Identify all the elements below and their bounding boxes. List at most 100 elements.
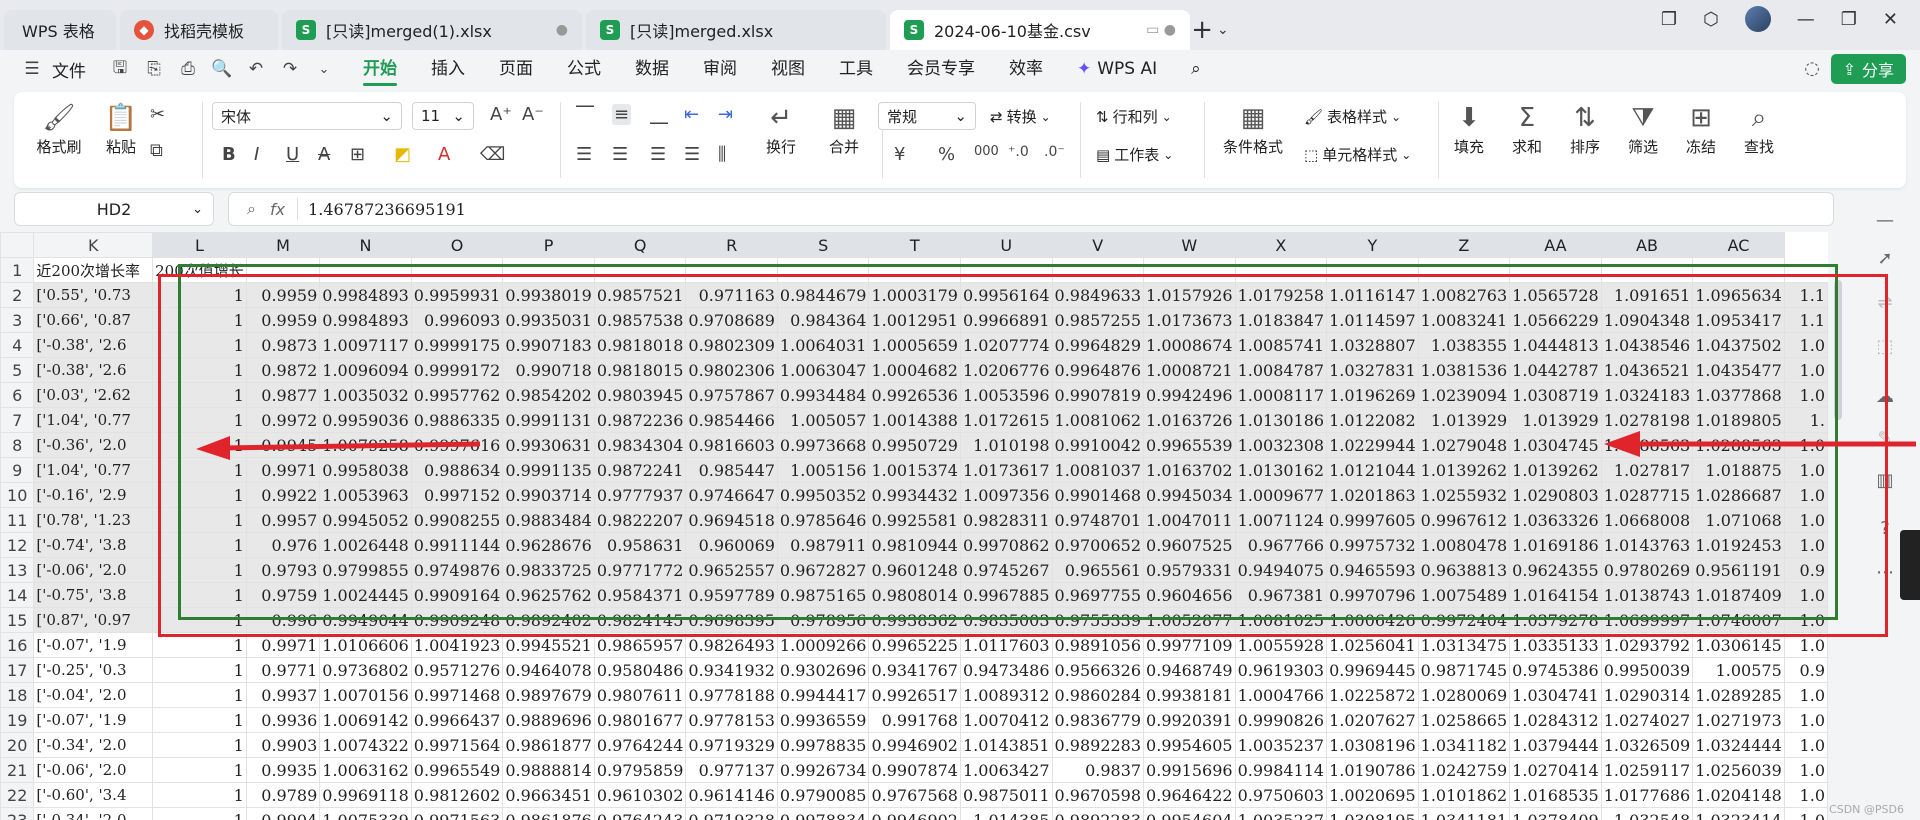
table-cell[interactable]: 1.0064031	[776, 332, 870, 358]
wrap-text-button[interactable]: ↵ 换行	[754, 100, 808, 157]
table-cell[interactable]: 1.0083241	[1417, 307, 1511, 333]
table-cell[interactable]: 0.9935	[245, 757, 321, 783]
table-cell[interactable]: 0.9904	[245, 807, 321, 820]
table-cell[interactable]: 1.0163702	[1143, 457, 1236, 483]
hamburger-icon[interactable]: ☰	[18, 55, 46, 83]
row-header[interactable]: 14	[0, 582, 35, 608]
table-cell[interactable]: 0.9946902	[868, 807, 961, 820]
table-cell[interactable]: 0.9975732	[1326, 532, 1419, 558]
table-cell[interactable]: 0.9936559	[776, 707, 870, 733]
table-cell[interactable]: 0.9849633	[1051, 282, 1145, 308]
table-cell[interactable]: 0.9833725	[502, 557, 595, 583]
table-cell[interactable]: 1.0313475	[1417, 632, 1511, 658]
table-cell[interactable]: 0.9822207	[593, 507, 687, 533]
menu-tab-home[interactable]: 开始	[346, 50, 414, 88]
close-window-icon[interactable]: ✕	[1883, 9, 1898, 30]
table-cell[interactable]: 1.0225872	[1326, 682, 1419, 708]
row-header[interactable]: 19	[0, 707, 35, 733]
table-cell[interactable]: 0.9638813	[1417, 557, 1511, 583]
cell-k[interactable]: ['-0.75', '3.8	[33, 582, 154, 608]
table-cell[interactable]: 1	[152, 507, 247, 533]
align-middle-icon[interactable]: ≡	[612, 104, 632, 125]
tab-docer-templates[interactable]: ◆ 找稻壳模板	[120, 10, 278, 50]
column-header[interactable]: W	[1143, 232, 1236, 258]
table-cell[interactable]: 0.9341932	[685, 657, 778, 683]
row-header[interactable]: 4	[0, 332, 35, 358]
table-cell[interactable]: 1.0	[1783, 807, 1828, 820]
table-cell[interactable]: 0.9915696	[1143, 757, 1236, 783]
table-cell[interactable]: 0.997152	[410, 482, 504, 508]
table-cell[interactable]: 1	[152, 632, 247, 658]
table-cell[interactable]: 1	[152, 807, 247, 820]
table-cell[interactable]: 1.0	[1783, 582, 1828, 608]
row-header[interactable]: 11	[0, 507, 35, 533]
table-cell[interactable]: 1.0	[1783, 382, 1828, 408]
cell-empty[interactable]	[502, 257, 595, 283]
table-cell[interactable]: 0.9888814	[502, 757, 595, 783]
table-cell[interactable]: 0.9604656	[1143, 582, 1236, 608]
table-cell[interactable]: 0.976	[245, 532, 321, 558]
table-cell[interactable]: 0.971163	[685, 282, 778, 308]
chevron-down-icon[interactable]: ⌄	[1217, 22, 1229, 38]
table-cell[interactable]: 1.0070412	[959, 707, 1053, 733]
table-cell[interactable]: 0.9836779	[1051, 707, 1145, 733]
table-cell[interactable]: 0.9972404	[1417, 607, 1511, 633]
table-cell[interactable]: 1	[152, 407, 247, 433]
table-cell[interactable]: 1.0177686	[1600, 782, 1694, 808]
table-cell[interactable]: 0.9926517	[868, 682, 961, 708]
print-preview-icon[interactable]: 🔍	[208, 55, 236, 83]
table-cell[interactable]: 0.9757867	[685, 382, 778, 408]
table-cell[interactable]: 1.0256039	[1692, 757, 1785, 783]
table-cell[interactable]: 1	[152, 382, 247, 408]
table-cell[interactable]: 0.9892283	[1051, 732, 1145, 758]
table-cell[interactable]: 0.988634	[410, 457, 504, 483]
table-cell[interactable]: 0.9759	[245, 582, 321, 608]
table-cell[interactable]: 0.9771772	[593, 557, 687, 583]
column-header[interactable]: P	[502, 232, 595, 258]
close-icon[interactable]: ●	[546, 22, 568, 38]
adjust-icon[interactable]: ⇌	[1874, 292, 1896, 314]
table-cell[interactable]: 0.9969445	[1326, 657, 1419, 683]
cut-icon[interactable]: ✂	[150, 104, 165, 125]
table-cell[interactable]: 1.0074322	[319, 732, 412, 758]
table-cell[interactable]: 1.0192453	[1692, 532, 1785, 558]
table-cell[interactable]: 1.0	[1783, 507, 1828, 533]
table-cell[interactable]: 1.0378409	[1509, 807, 1602, 820]
table-cell[interactable]: 0.9802306	[685, 357, 778, 383]
table-cell[interactable]: 1	[152, 757, 247, 783]
table-cell[interactable]: 1.0324183	[1600, 382, 1694, 408]
row-header[interactable]: 2	[0, 282, 35, 308]
cell-empty[interactable]	[685, 257, 778, 283]
row-header[interactable]: 13	[0, 557, 35, 583]
vertical-scrollbar[interactable]	[1832, 260, 1844, 820]
table-cell[interactable]: 0.9883484	[502, 507, 595, 533]
table-cell[interactable]: 0.996	[245, 607, 321, 633]
table-cell[interactable]: 0.9971564	[410, 732, 504, 758]
table-cell[interactable]: 1	[152, 607, 247, 633]
tab-fund-csv[interactable]: S 2024-06-10基金.csv ▭ ●	[890, 10, 1190, 50]
table-cell[interactable]: 0.9834304	[593, 432, 687, 458]
table-cell[interactable]: 0.967381	[1234, 582, 1328, 608]
row-header[interactable]: 20	[0, 732, 35, 758]
borders-icon[interactable]: ⊞	[350, 144, 365, 165]
table-cell[interactable]: 1.0003179	[868, 282, 961, 308]
table-cell[interactable]: 0.960069	[685, 532, 778, 558]
table-cell[interactable]: 1.0053963	[319, 482, 412, 508]
table-cell[interactable]: 0.9957762	[410, 382, 504, 408]
decrease-font-icon[interactable]: A⁻	[522, 104, 544, 125]
table-cell[interactable]: 0.9936	[245, 707, 321, 733]
table-cell[interactable]: 1	[152, 782, 247, 808]
table-cell[interactable]: 1.0069142	[319, 707, 412, 733]
table-cell[interactable]: 0.9938019	[502, 282, 595, 308]
table-cell[interactable]: 0.9964876	[1051, 357, 1145, 383]
table-cell[interactable]: 0.9945	[245, 432, 321, 458]
cell-empty[interactable]	[959, 257, 1053, 283]
menu-tab-tools[interactable]: 工具	[822, 50, 890, 88]
table-cell[interactable]: 0.9984893	[319, 282, 412, 308]
table-cell[interactable]: 1.005156	[776, 457, 870, 483]
table-cell[interactable]: 0.9465593	[1326, 557, 1419, 583]
table-cell[interactable]: 1.0139262	[1509, 457, 1602, 483]
table-cell[interactable]: 1.0032308	[1234, 432, 1328, 458]
fx-icon[interactable]: fx	[270, 200, 285, 219]
table-cell[interactable]: 0.9597789	[685, 582, 778, 608]
